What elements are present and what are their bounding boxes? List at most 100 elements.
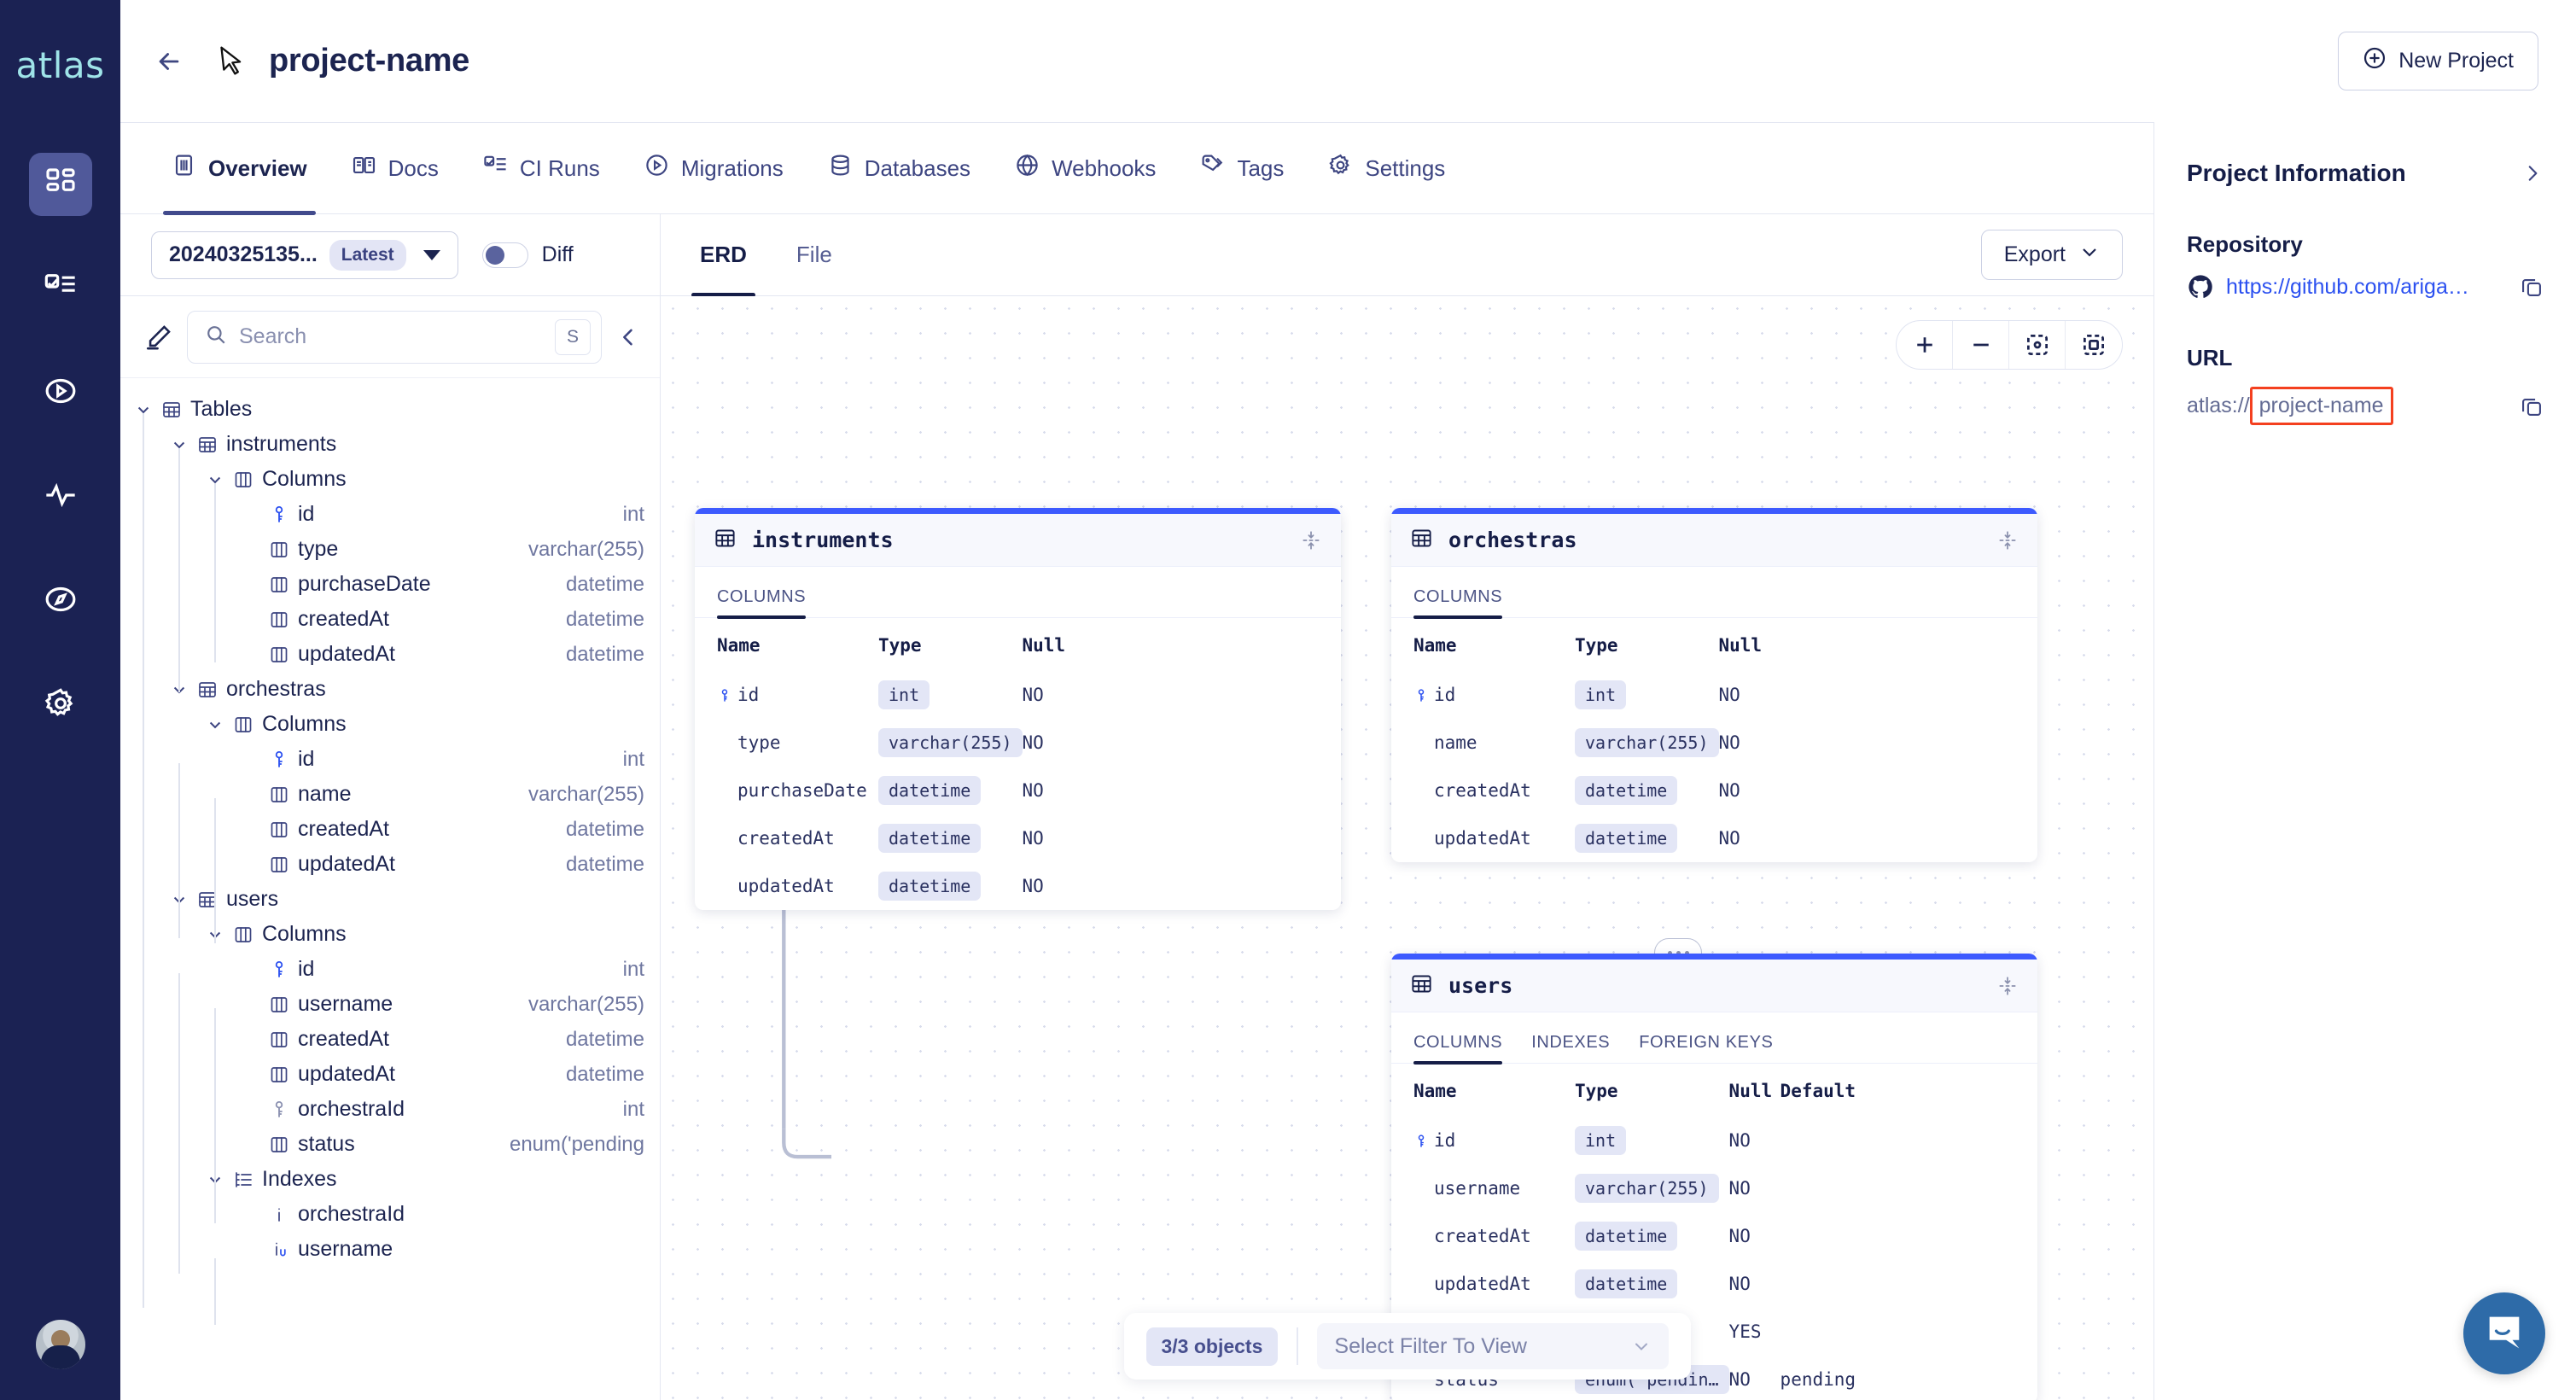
zoom-in-icon[interactable] bbox=[1897, 321, 1953, 369]
table-row[interactable]: updatedAtdatetimeNO bbox=[1391, 1260, 2037, 1308]
export-button[interactable]: Export bbox=[1981, 230, 2123, 280]
column-icon bbox=[268, 854, 290, 876]
table-row[interactable]: idintNO bbox=[695, 671, 1341, 719]
tree-item[interactable]: Columns bbox=[120, 707, 660, 742]
tree-item[interactable]: createdAtdatetime bbox=[120, 1022, 660, 1057]
tree-item[interactable]: idint bbox=[120, 952, 660, 987]
tree-item[interactable]: createdAtdatetime bbox=[120, 812, 660, 847]
search-input[interactable] bbox=[239, 324, 543, 349]
tree-spacer bbox=[242, 855, 260, 874]
copy-icon[interactable] bbox=[2520, 394, 2544, 418]
erd-canvas[interactable]: instrumentsCOLUMNSNameTypeNullidintNOtyp… bbox=[661, 296, 2153, 1400]
rail-item-settings[interactable] bbox=[29, 674, 92, 737]
tree-item[interactable]: users bbox=[120, 882, 660, 917]
card-tab-foreign-keys[interactable]: FOREIGN KEYS bbox=[1639, 1033, 1773, 1063]
cell-column-null: NO bbox=[1719, 719, 2038, 767]
rail-item-checks[interactable] bbox=[29, 257, 92, 320]
collapse-panel-icon[interactable] bbox=[615, 324, 641, 350]
tab-databases[interactable]: Databases bbox=[806, 123, 993, 213]
cell-column-type: datetime bbox=[1575, 814, 1719, 862]
fit-center-icon[interactable] bbox=[2009, 321, 2066, 369]
new-project-button[interactable]: New Project bbox=[2338, 32, 2538, 90]
card-tab-columns[interactable]: COLUMNS bbox=[1413, 587, 1502, 617]
back-arrow-icon[interactable] bbox=[153, 45, 185, 78]
diff-toggle[interactable]: Diff bbox=[482, 242, 574, 268]
card-tab-columns[interactable]: COLUMNS bbox=[717, 587, 806, 617]
erd-table-card[interactable]: orchestrasCOLUMNSNameTypeNullidintNOname… bbox=[1391, 508, 2037, 862]
table-row[interactable]: createdAtdatetimeNO bbox=[1391, 1212, 2037, 1260]
rail-item-monitoring[interactable] bbox=[29, 465, 92, 528]
cell-column-default bbox=[1780, 1308, 2037, 1356]
table-row[interactable]: createdAtdatetimeNO bbox=[1391, 767, 2037, 814]
avatar[interactable] bbox=[36, 1320, 85, 1369]
collapse-expand-icon[interactable] bbox=[1996, 975, 2019, 997]
tree-item[interactable]: updatedAtdatetime bbox=[120, 847, 660, 882]
table-row[interactable]: createdAtdatetimeNO bbox=[695, 814, 1341, 862]
card-accent-bar bbox=[1391, 508, 2037, 514]
tree-item[interactable]: idint bbox=[120, 497, 660, 532]
tree-item[interactable]: Indexes bbox=[120, 1162, 660, 1197]
tree-item[interactable]: idint bbox=[120, 742, 660, 777]
table-row[interactable]: typevarchar(255)NO bbox=[695, 719, 1341, 767]
tab-ci-runs[interactable]: CI Runs bbox=[461, 123, 622, 213]
version-selector[interactable]: 20240325135... Latest bbox=[151, 231, 458, 279]
cell-column-null: NO bbox=[1729, 1260, 1780, 1308]
fit-screen-icon[interactable] bbox=[2066, 321, 2122, 369]
rail-item-runs[interactable] bbox=[29, 361, 92, 424]
tab-docs[interactable]: Docs bbox=[329, 123, 461, 213]
tab-migrations[interactable]: Migrations bbox=[622, 123, 806, 213]
card-tab-indexes[interactable]: INDEXES bbox=[1531, 1033, 1610, 1063]
rail-item-dashboard[interactable] bbox=[29, 153, 92, 216]
table-row[interactable]: idintNO bbox=[1391, 1117, 2037, 1164]
tree-item[interactable]: updatedAtdatetime bbox=[120, 637, 660, 672]
chevron-right-icon[interactable] bbox=[2521, 162, 2544, 184]
table-row[interactable]: purchaseDatedatetimeNO bbox=[695, 767, 1341, 814]
icon-rail: atlas bbox=[0, 0, 120, 1400]
table-row[interactable]: updatedAtdatetimeNO bbox=[1391, 814, 2037, 862]
tree-item[interactable]: Columns bbox=[120, 462, 660, 497]
erd-table-card[interactable]: instrumentsCOLUMNSNameTypeNullidintNOtyp… bbox=[695, 508, 1341, 910]
tree-item-label: orchestraId bbox=[298, 1202, 405, 1227]
table-row[interactable]: namevarchar(255)NO bbox=[1391, 719, 2037, 767]
collapse-expand-icon[interactable] bbox=[1996, 529, 2019, 551]
filter-select[interactable]: Select Filter To View bbox=[1317, 1323, 1668, 1369]
tree-item[interactable]: Columns bbox=[120, 917, 660, 952]
tab-overview[interactable]: Overview bbox=[149, 123, 329, 213]
tree-item-label: status bbox=[298, 1132, 355, 1157]
tab-settings-label: Settings bbox=[1365, 155, 1445, 182]
tree-item[interactable]: updatedAtdatetime bbox=[120, 1057, 660, 1092]
tree-item[interactable]: typevarchar(255) bbox=[120, 532, 660, 567]
tree-item[interactable]: usernamevarchar(255) bbox=[120, 987, 660, 1022]
tree-item[interactable]: orchestraId bbox=[120, 1197, 660, 1232]
tab-settings[interactable]: Settings bbox=[1306, 123, 1467, 213]
card-tab-columns[interactable]: COLUMNS bbox=[1413, 1033, 1502, 1063]
copy-icon[interactable] bbox=[2520, 275, 2544, 299]
repository-link[interactable]: https://github.com/ariga… bbox=[2226, 275, 2469, 300]
tree-item[interactable]: purchaseDatedatetime bbox=[120, 567, 660, 602]
intercom-chat-button[interactable] bbox=[2463, 1292, 2545, 1374]
collapse-expand-icon[interactable] bbox=[1300, 529, 1322, 551]
tab-tags[interactable]: Tags bbox=[1178, 123, 1306, 213]
tree-item[interactable]: namevarchar(255) bbox=[120, 777, 660, 812]
tree-item[interactable]: createdAtdatetime bbox=[120, 602, 660, 637]
table-row[interactable]: usernamevarchar(255)NO bbox=[1391, 1164, 2037, 1212]
table-row[interactable]: idintNO bbox=[1391, 671, 2037, 719]
tab-erd[interactable]: ERD bbox=[691, 214, 755, 295]
tree-item[interactable]: Tables bbox=[120, 392, 660, 427]
gear-icon bbox=[1328, 153, 1353, 184]
tree-item[interactable]: statusenum('pending bbox=[120, 1127, 660, 1162]
edit-pencil-icon[interactable] bbox=[144, 323, 173, 352]
rail-item-explore[interactable] bbox=[29, 569, 92, 633]
project-info-header[interactable]: Project Information bbox=[2187, 160, 2544, 187]
search-box[interactable]: S bbox=[187, 311, 602, 364]
tab-file[interactable]: File bbox=[788, 214, 841, 295]
tree-item[interactable]: instruments bbox=[120, 427, 660, 462]
tab-webhooks[interactable]: Webhooks bbox=[993, 123, 1178, 213]
tree-item[interactable]: username bbox=[120, 1232, 660, 1267]
tree-item[interactable]: orchestraIdint bbox=[120, 1092, 660, 1127]
toggle-switch[interactable] bbox=[482, 242, 528, 268]
chevron-down-icon[interactable] bbox=[206, 715, 224, 734]
table-row[interactable]: updatedAtdatetimeNO bbox=[695, 862, 1341, 910]
zoom-out-icon[interactable] bbox=[1953, 321, 2009, 369]
tree-item[interactable]: orchestras bbox=[120, 672, 660, 707]
